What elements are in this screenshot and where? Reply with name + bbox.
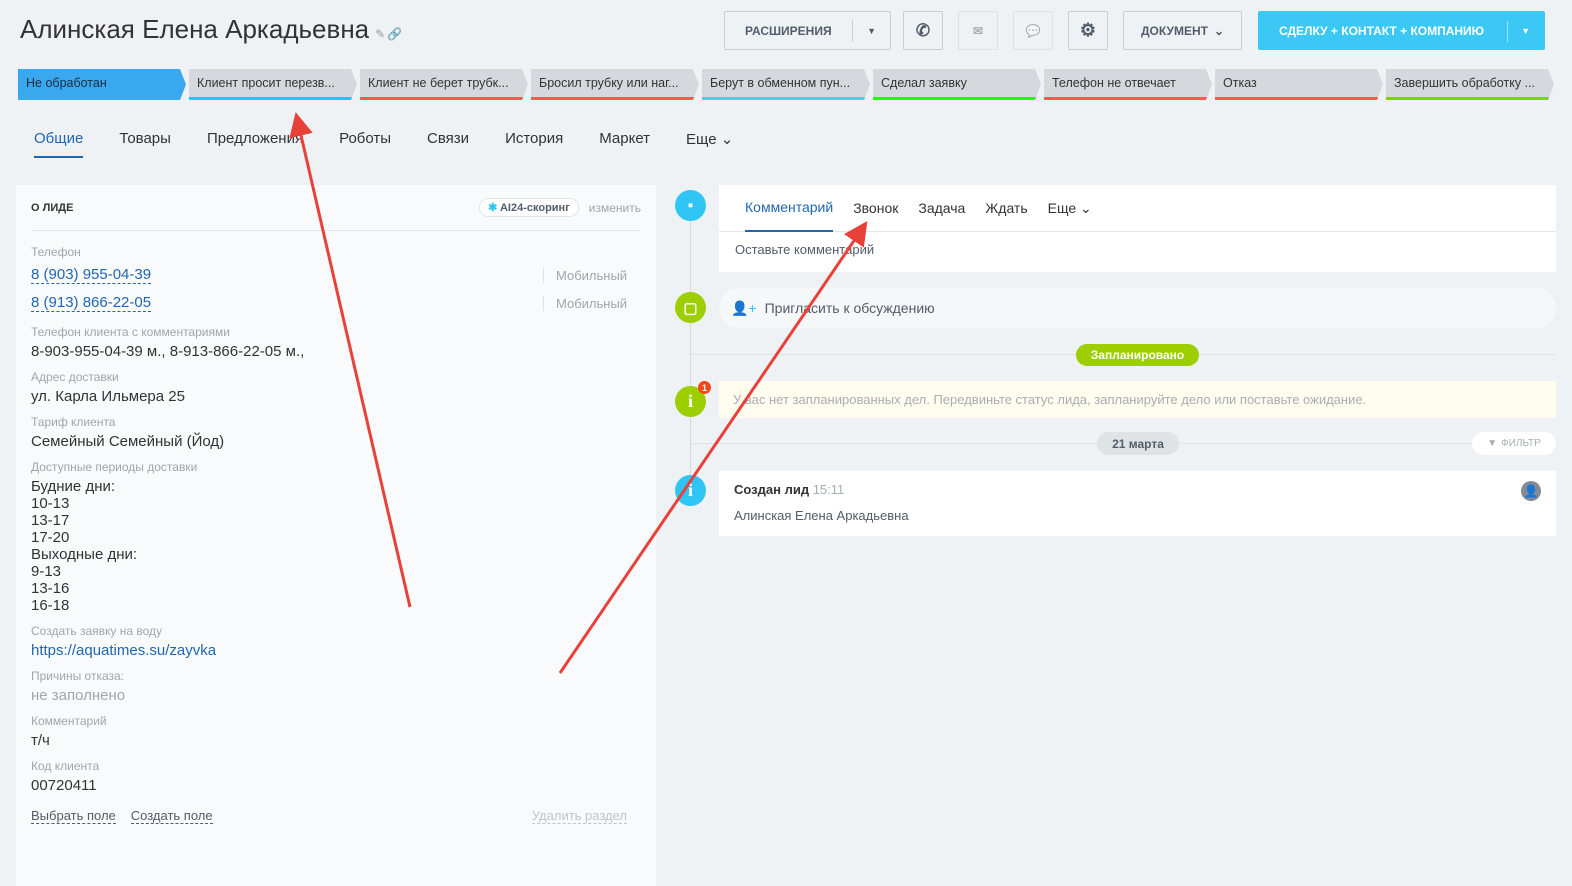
annotation-arrow bbox=[558, 221, 868, 674]
annotation-arrow bbox=[289, 112, 412, 608]
annotation-arrows bbox=[289, 112, 868, 674]
